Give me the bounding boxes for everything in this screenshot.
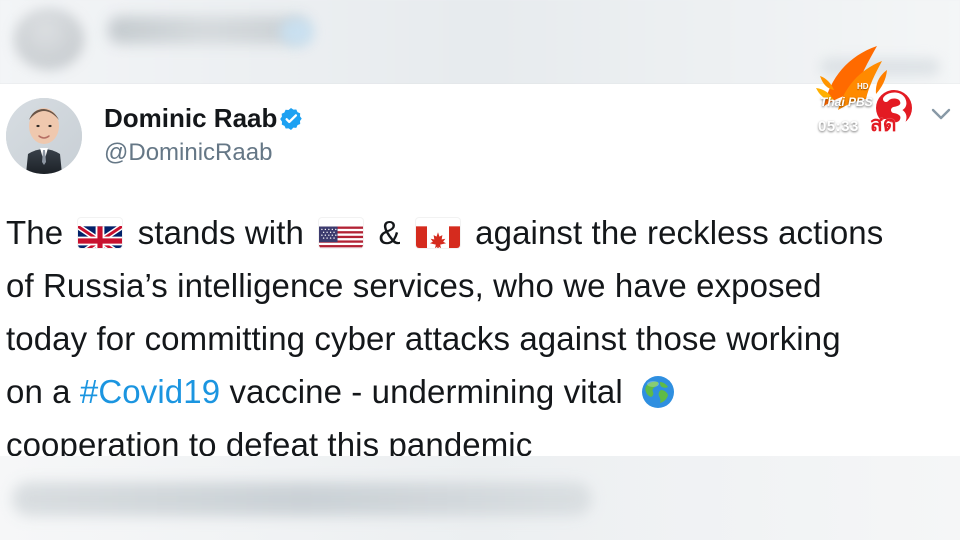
tweet-text-segment: today for committing cyber attacks again…: [6, 320, 841, 357]
tweet-line-4: on a #Covid19 vaccine - undermining vita…: [6, 365, 954, 418]
screenshot-frame: Dominic Raab @DominicRaab The stands wit…: [0, 0, 960, 540]
hd-label: HD: [857, 82, 869, 91]
uk-flag-icon: [78, 218, 123, 248]
blurred-previous-author: [108, 16, 308, 44]
brand-label: Thai PBS: [820, 95, 873, 109]
live-label: สด: [870, 113, 897, 136]
tweet-line-1: The stands with & against the reckless a…: [6, 206, 954, 259]
globe-icon: [640, 372, 676, 408]
chevron-down-icon[interactable]: [929, 104, 953, 124]
hashtag-link[interactable]: #Covid19: [80, 373, 220, 410]
author-avatar[interactable]: [6, 98, 82, 174]
tweet-text-segment: stands with: [137, 214, 304, 251]
tweet-text-segment: vaccine - undermining vital: [229, 373, 623, 410]
blurred-verified-icon: [280, 18, 314, 46]
tweet-text-segment: against the reckless actions: [475, 214, 884, 251]
tweet-text-segment: on a: [6, 373, 71, 410]
tweet-text: The stands with & against the reckless a…: [6, 206, 954, 471]
tweet-text-segment: &: [378, 214, 401, 251]
tweet-line-3: today for committing cyber attacks again…: [6, 312, 954, 365]
blurred-next-tweet-text: [12, 482, 592, 516]
tweet-text-segment: of Russia’s intelligence services, who w…: [6, 267, 822, 304]
author-handle[interactable]: @DominicRaab: [104, 138, 272, 168]
us-flag-icon: [319, 218, 364, 248]
tweet-line-2: of Russia’s intelligence services, who w…: [6, 259, 954, 312]
blurred-avatar: [14, 8, 84, 70]
verified-icon: [280, 107, 302, 131]
author-name[interactable]: Dominic Raab: [104, 102, 277, 134]
tweet-text-segment: The: [6, 214, 64, 251]
broadcast-time: 05:33: [818, 118, 859, 135]
canada-flag-icon: [415, 218, 460, 248]
